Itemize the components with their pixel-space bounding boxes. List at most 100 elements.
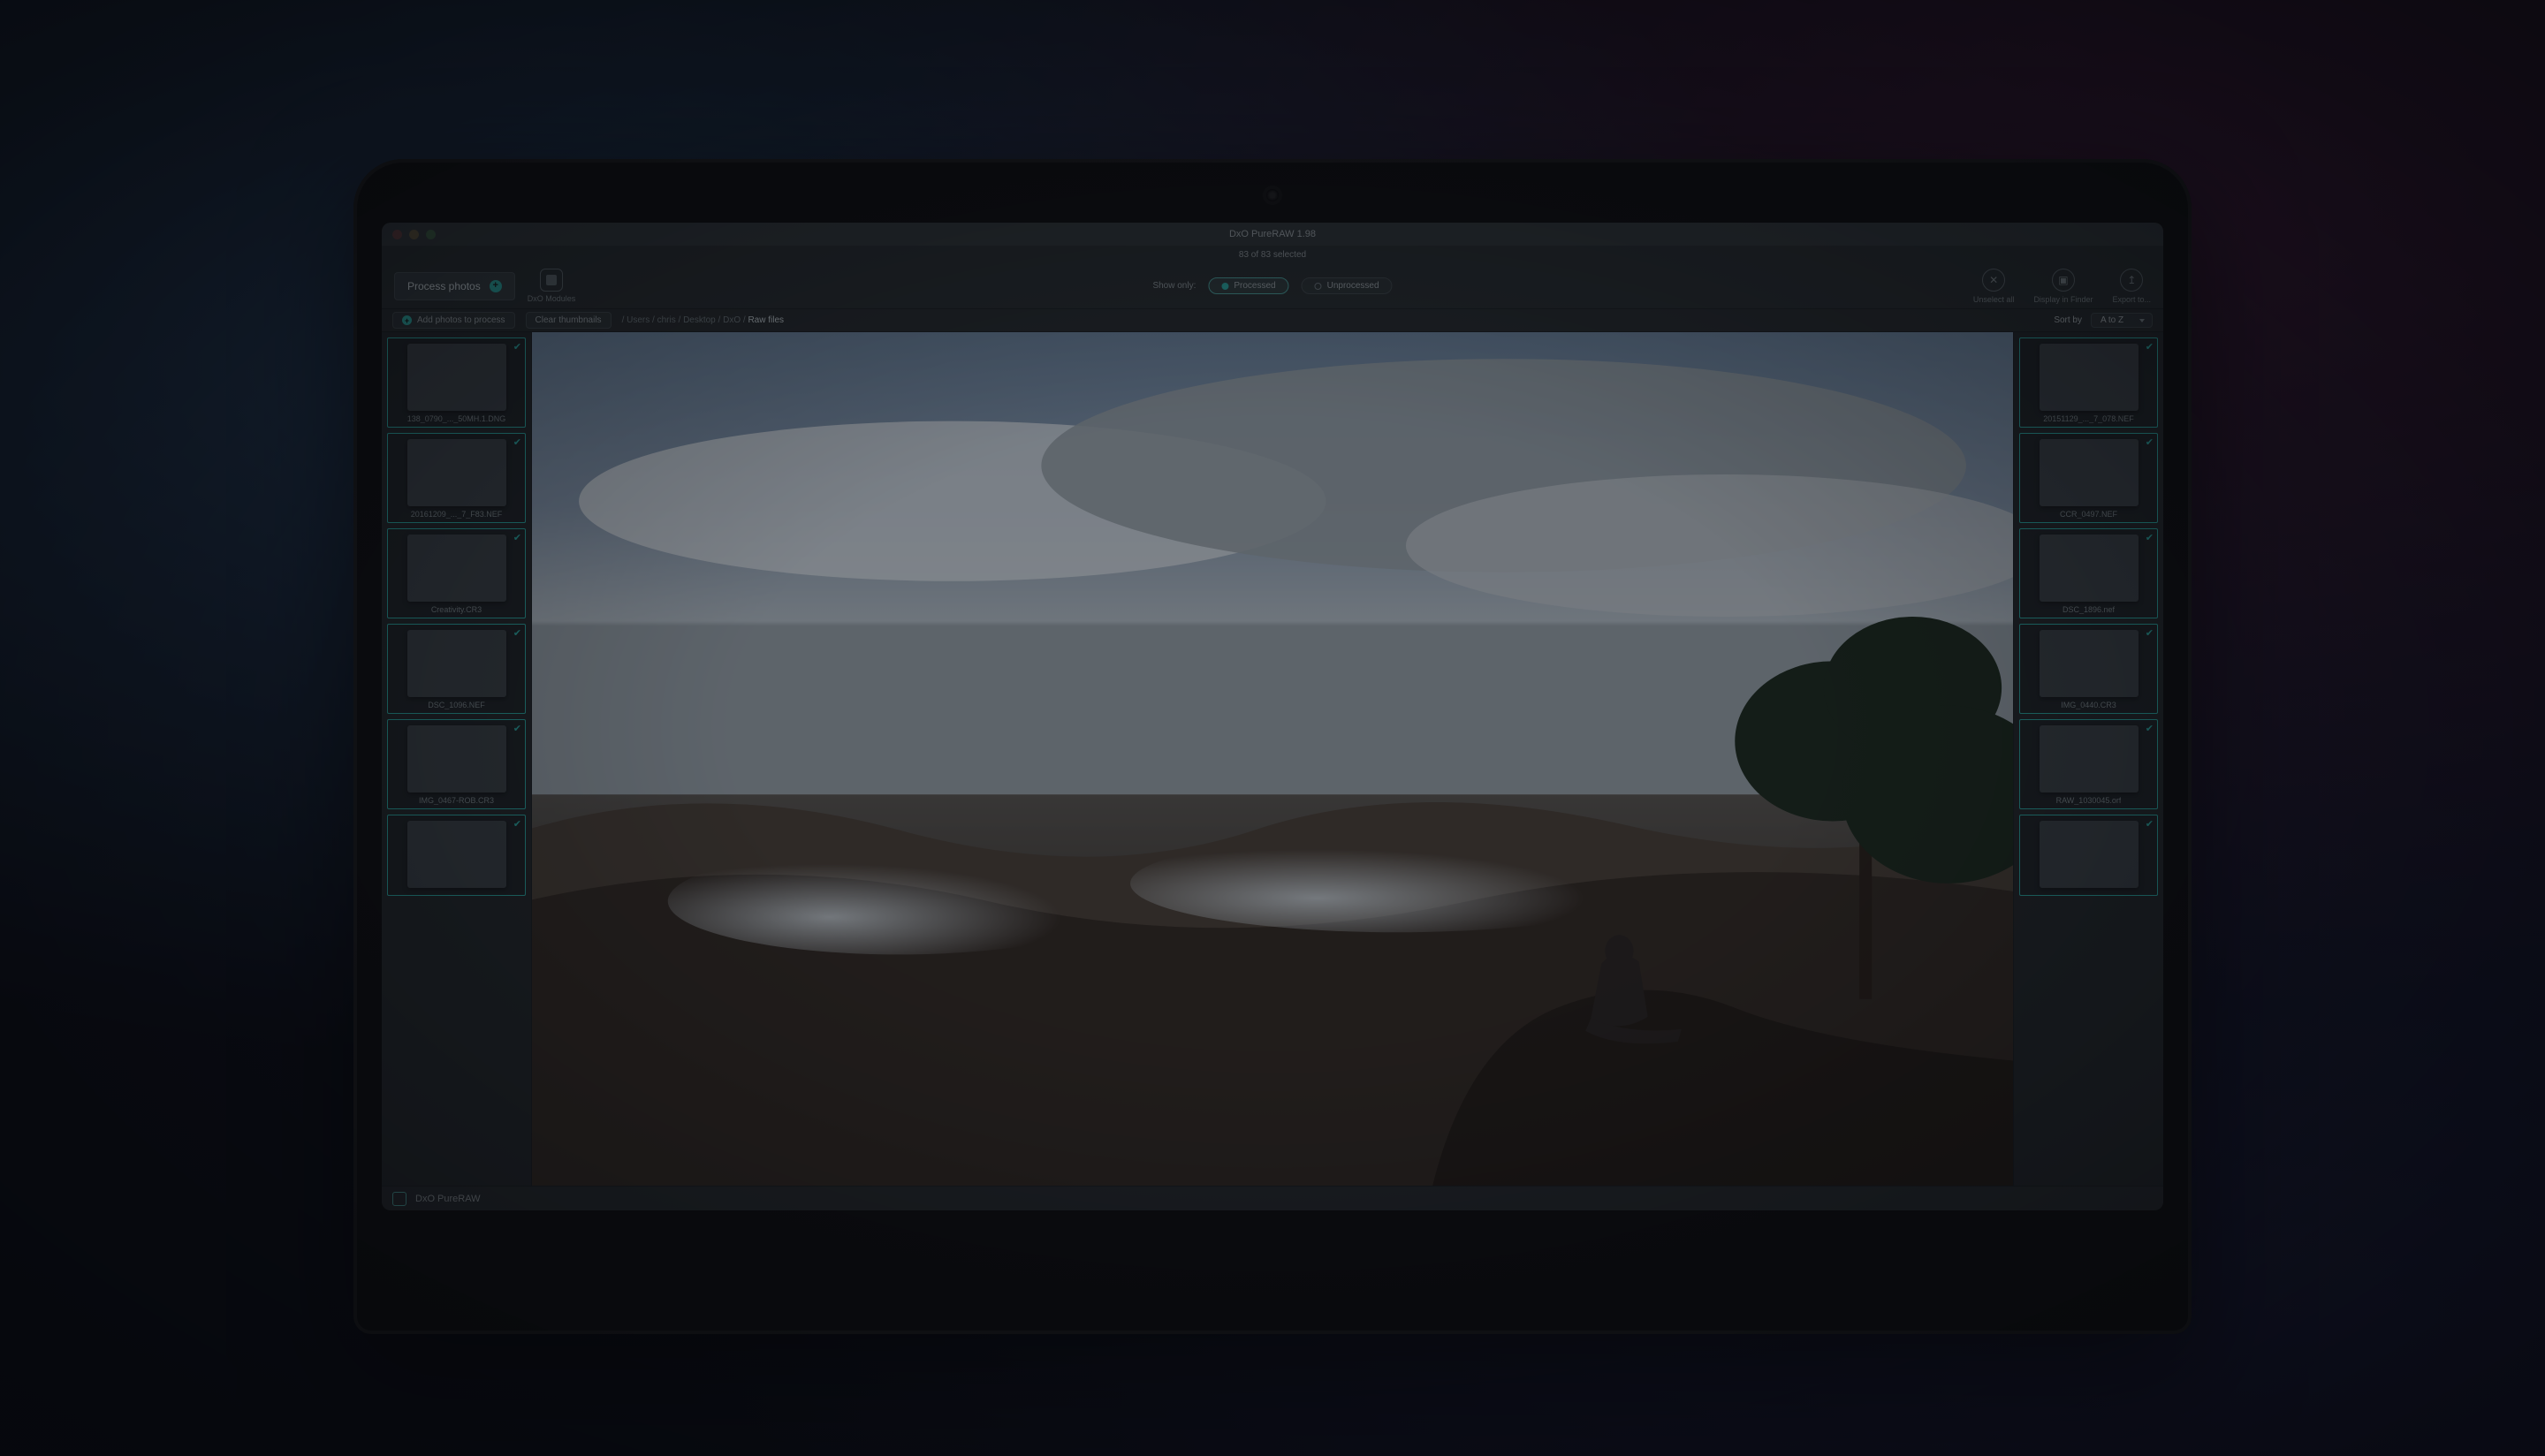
sort-select[interactable]: A to Z	[2091, 313, 2153, 328]
check-icon: ✔	[2146, 627, 2154, 639]
status-app-name: DxO PureRAW	[415, 1194, 481, 1204]
clear-thumbnails-button[interactable]: Clear thumbnails	[526, 312, 612, 329]
content-area: ✔ 138_0790_..._50MH.1.DNG ✔ 20161209_..._7_…	[382, 332, 2163, 1186]
thumb-filename: RAW_1030045.orf	[2056, 796, 2122, 805]
crumb-segment[interactable]: Users	[627, 315, 650, 325]
thumb-filename: 20151129_..._7_078.NEF	[2043, 414, 2133, 423]
check-icon: ✔	[513, 818, 521, 830]
chip-processed[interactable]: Processed	[1208, 277, 1288, 294]
thumb-image	[2040, 344, 2139, 411]
thumbnail-strip-left: ✔ 138_0790_..._50MH.1.DNG ✔ 20161209_..._7_…	[382, 332, 532, 1186]
filter-group: Show only: Processed Unprocessed	[1152, 277, 1392, 294]
chip-unprocessed-label: Unprocessed	[1327, 281, 1379, 291]
check-icon: ✔	[2146, 341, 2154, 353]
dot-icon	[1315, 283, 1322, 290]
minimize-icon[interactable]	[409, 230, 419, 239]
plus-icon: +	[402, 315, 412, 325]
thumbnail[interactable]: ✔ CCR_0497.NEF	[2019, 433, 2158, 523]
app-window: DxO PureRAW 1.98 83 of 83 selected Proce…	[382, 223, 2163, 1210]
thumbnail-strip-right: ✔20151129_..._7_078.NEF✔CCR_0497.NEF✔DSC…	[2013, 332, 2163, 1186]
thumbnail[interactable]: ✔	[387, 815, 526, 896]
window-title: DxO PureRAW 1.98	[1229, 229, 1316, 239]
plus-icon: +	[490, 280, 502, 292]
breadcrumb[interactable]: / Users / chris / Desktop / DxO / Raw fi…	[622, 315, 784, 325]
check-icon: ✔	[513, 627, 521, 639]
thumbnail[interactable]: ✔ DSC_1096.NEF	[387, 624, 526, 714]
display-in-finder-button[interactable]: ▣ Display in Finder	[2033, 269, 2093, 304]
thumbnail[interactable]: ✔ RAW_1030045.orf	[2019, 719, 2158, 809]
thumb-image	[2040, 630, 2139, 697]
sort-value: A to Z	[2101, 315, 2123, 325]
sort-by-label: Sort by	[2054, 315, 2082, 325]
unselect-icon: ✕	[1982, 269, 2005, 292]
thumbnail[interactable]: ✔ 138_0790_..._50MH.1.DNG	[387, 337, 526, 428]
toolbar: Process photos + DxO Modules Show only: …	[382, 263, 2163, 309]
chip-unprocessed[interactable]: Unprocessed	[1302, 277, 1393, 294]
check-icon: ✔	[513, 341, 521, 353]
thumb-filename: DSC_1096.NEF	[428, 701, 485, 709]
thumb-image	[407, 630, 506, 697]
selection-count: 83 of 83 selected	[382, 246, 2163, 263]
modules-icon	[540, 269, 563, 292]
crumb-segment[interactable]: Raw files	[748, 315, 784, 325]
thumb-filename: CCR_0497.NEF	[2060, 510, 2117, 519]
unselect-all-button[interactable]: ✕ Unselect all	[1973, 269, 2015, 304]
crumb-segment[interactable]: Desktop	[683, 315, 716, 325]
add-photos-button[interactable]: + Add photos to process	[392, 312, 515, 329]
thumbnail[interactable]: ✔ 20161209_..._7_F83.NEF	[387, 433, 526, 523]
zoom-icon[interactable]	[426, 230, 436, 239]
folder-icon: ▣	[2052, 269, 2075, 292]
clear-thumbs-label: Clear thumbnails	[536, 315, 602, 325]
check-icon: ✔	[513, 436, 521, 448]
thumb-image	[2040, 535, 2139, 602]
modules-label: DxO Modules	[528, 294, 576, 303]
thumbnail[interactable]: ✔DSC_1896.nef	[2019, 528, 2158, 618]
process-photos-label: Process photos	[407, 280, 481, 292]
app-icon	[392, 1192, 406, 1206]
thumb-filename: DSC_1896.nef	[2063, 605, 2115, 614]
check-icon: ✔	[513, 532, 521, 543]
preview-image	[532, 332, 2013, 1186]
thumbnail[interactable]: ✔ 20151129_..._7_078.NEF	[2019, 337, 2158, 428]
process-photos-button[interactable]: Process photos +	[394, 272, 515, 300]
sub-toolbar: + Add photos to process Clear thumbnails…	[382, 309, 2163, 332]
thumbnail[interactable]: ✔ IMG_0440.CR3	[2019, 624, 2158, 714]
thumb-image	[407, 344, 506, 411]
thumb-image	[407, 725, 506, 792]
dot-icon	[1221, 283, 1228, 290]
preview[interactable]	[532, 332, 2013, 1186]
thumb-filename: 20161209_..._7_F83.NEF	[411, 510, 503, 519]
thumb-filename: IMG_0467-ROB.CR3	[419, 796, 494, 805]
thumb-image	[407, 535, 506, 602]
monitor-frame: DxO PureRAW 1.98 83 of 83 selected Proce…	[353, 159, 2192, 1334]
dxo-modules-button[interactable]: DxO Modules	[528, 269, 576, 303]
window-controls	[392, 230, 436, 239]
check-icon: ✔	[2146, 436, 2154, 448]
export-label: Export to...	[2112, 295, 2151, 304]
camera-dot	[1266, 189, 1279, 201]
thumb-image	[2040, 439, 2139, 506]
add-photos-label: Add photos to process	[417, 315, 505, 325]
status-bar: DxO PureRAW	[382, 1186, 2163, 1210]
thumb-filename: IMG_0440.CR3	[2061, 701, 2116, 709]
titlebar: DxO PureRAW 1.98	[382, 223, 2163, 246]
thumb-image	[2040, 821, 2139, 888]
thumb-image	[2040, 725, 2139, 792]
export-to-button[interactable]: ↥ Export to...	[2112, 269, 2151, 304]
thumbnail[interactable]: ✔ IMG_0467-ROB.CR3	[387, 719, 526, 809]
thumb-image	[407, 821, 506, 888]
unselect-label: Unselect all	[1973, 295, 2015, 304]
chip-processed-label: Processed	[1234, 281, 1275, 291]
close-icon[interactable]	[392, 230, 402, 239]
thumbnail[interactable]: ✔ Creativity.CR3	[387, 528, 526, 618]
check-icon: ✔	[513, 723, 521, 734]
thumb-filename: Creativity.CR3	[431, 605, 482, 614]
crumb-segment[interactable]: DxO	[723, 315, 741, 325]
check-icon: ✔	[2146, 723, 2154, 734]
thumb-filename: 138_0790_..._50MH.1.DNG	[407, 414, 506, 423]
show-only-label: Show only:	[1152, 281, 1196, 291]
crumb-segment[interactable]: chris	[657, 315, 676, 325]
thumbnail[interactable]: ✔	[2019, 815, 2158, 896]
display-finder-label: Display in Finder	[2033, 295, 2093, 304]
thumb-image	[407, 439, 506, 506]
